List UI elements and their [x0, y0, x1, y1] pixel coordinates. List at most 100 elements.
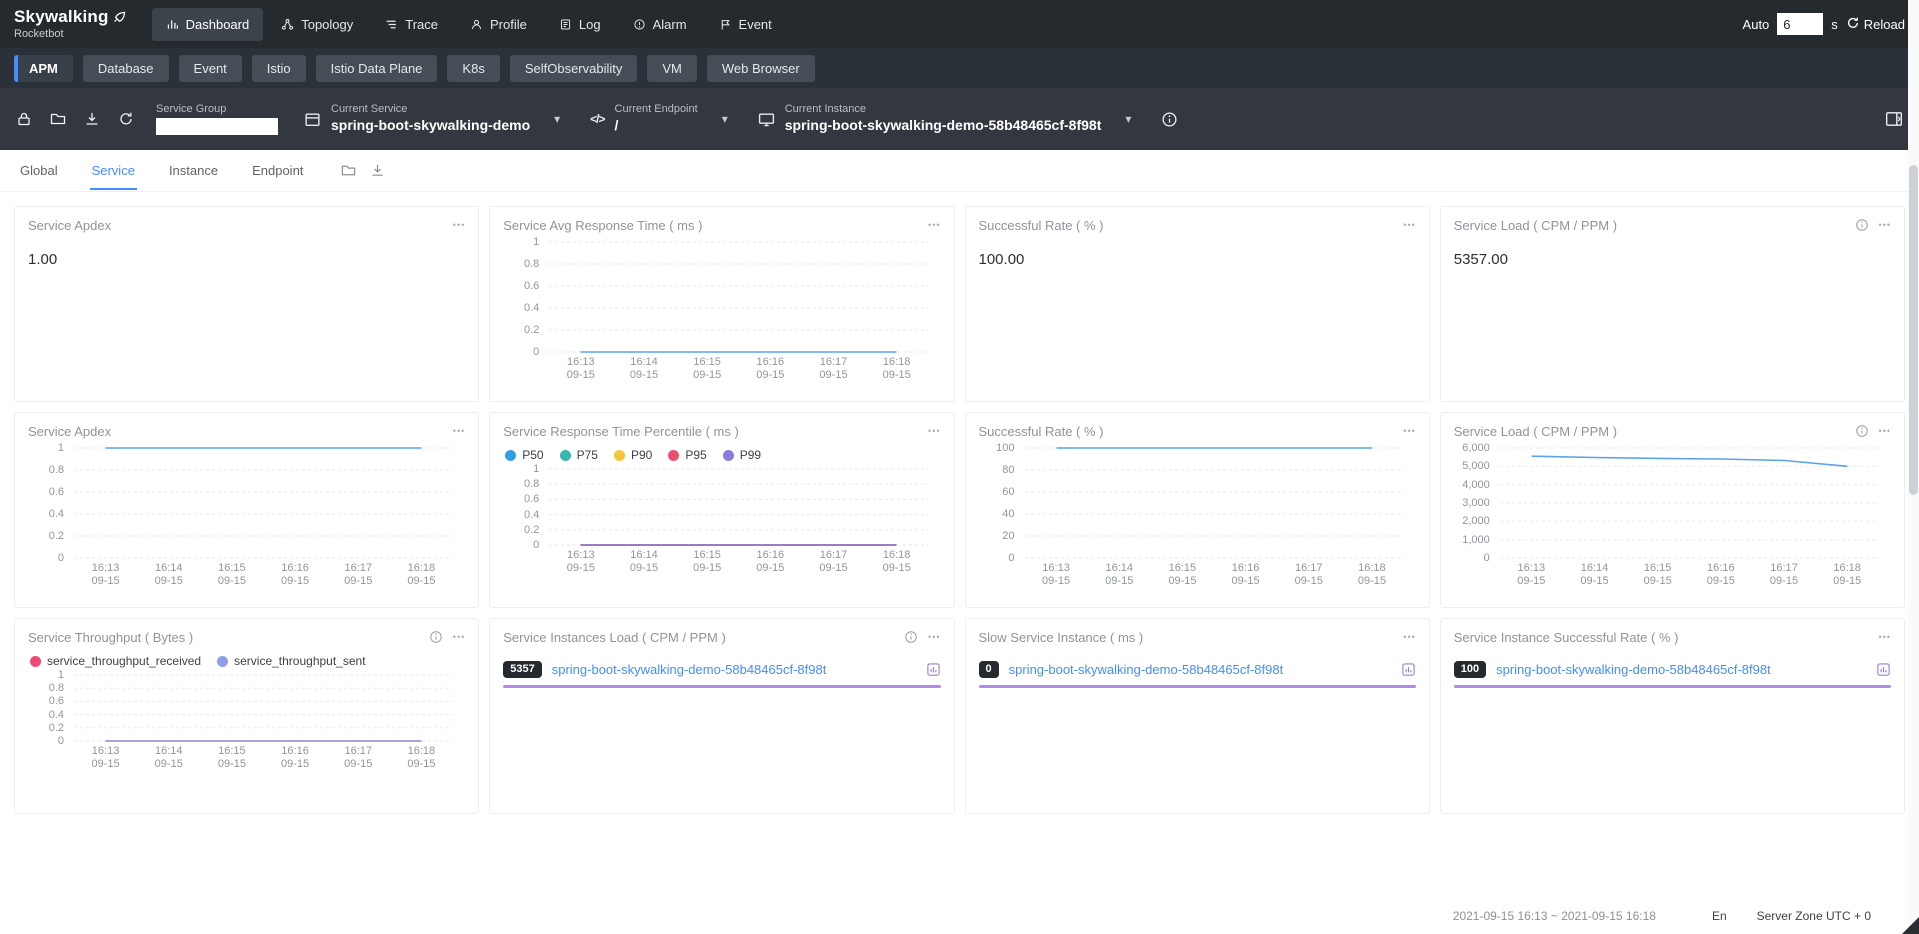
progress-bar	[503, 685, 940, 688]
current-service-select[interactable]: Current Service spring-boot-skywalking-d…	[304, 103, 560, 134]
chart-link-icon[interactable]	[1876, 662, 1891, 677]
alarm-icon	[633, 18, 646, 31]
nav-item-log[interactable]: Log	[545, 8, 615, 41]
card-successful-rate-chart: Successful Rate ( % ) ••• 10080604020016…	[965, 412, 1430, 608]
scrollbar-thumb[interactable]	[1909, 165, 1918, 495]
card-title: Service Apdex	[28, 218, 111, 233]
info-icon[interactable]	[429, 630, 443, 644]
group-tab-istio[interactable]: Istio	[252, 55, 306, 82]
legend-label[interactable]: P75	[577, 448, 598, 462]
chart-link-icon[interactable]	[1401, 662, 1416, 677]
tab-global[interactable]: Global	[18, 151, 60, 190]
successful-rate-chart: 10080604020016:1309-1516:1409-1516:1509-…	[979, 447, 1416, 591]
more-icon[interactable]: •••	[1879, 426, 1891, 436]
more-icon[interactable]: •••	[453, 220, 465, 230]
card-title: Service Apdex	[28, 424, 111, 439]
info-icon[interactable]	[904, 630, 918, 644]
navbar-right: Auto s Reload	[1743, 13, 1905, 35]
group-tab-apm[interactable]: APM	[14, 55, 73, 82]
more-icon[interactable]: •••	[928, 632, 940, 642]
nav-item-trace[interactable]: Trace	[371, 8, 452, 41]
card-service-load-value: Service Load ( CPM / PPM ) ••• 5357.00	[1440, 206, 1905, 402]
card-slow-service-instance: Slow Service Instance ( ms ) ••• 0 sprin…	[965, 618, 1430, 814]
folder-icon[interactable]	[50, 111, 66, 127]
nav-item-profile[interactable]: Profile	[456, 8, 541, 41]
info-icon[interactable]	[1855, 424, 1869, 438]
card-response-time-percentile: Service Response Time Percentile ( ms ) …	[489, 412, 954, 608]
group-tab-event[interactable]: Event	[179, 55, 242, 82]
group-tab-selfobservability[interactable]: SelfObservability	[510, 55, 638, 82]
download-icon[interactable]	[370, 163, 385, 178]
auto-interval-input[interactable]	[1777, 13, 1823, 35]
legend-label[interactable]: P95	[685, 448, 706, 462]
throughput-legend: service_throughput_received service_thro…	[30, 654, 465, 668]
current-instance-value: spring-boot-skywalking-demo-58b48465cf-8…	[785, 117, 1102, 135]
scrollbar-track[interactable]	[1908, 0, 1919, 934]
app-logo[interactable]: Skywalking Rocketbot	[14, 8, 126, 40]
legend-label[interactable]: service_throughput_sent	[234, 654, 365, 668]
tab-endpoint[interactable]: Endpoint	[250, 151, 305, 190]
card-title: Successful Rate ( % )	[979, 424, 1104, 439]
reload-button[interactable]: Reload	[1846, 16, 1905, 33]
language-selector[interactable]: En	[1712, 909, 1727, 923]
group-tab-database[interactable]: Database	[83, 55, 169, 82]
refresh-icon[interactable]	[118, 111, 134, 127]
dashboard-group-bar: APM Database Event Istio Istio Data Plan…	[0, 48, 1919, 88]
value-badge: 5357	[503, 661, 541, 678]
info-icon[interactable]	[1855, 218, 1869, 232]
nav-item-label: Topology	[301, 17, 353, 32]
current-instance-select[interactable]: Current Instance spring-boot-skywalking-…	[758, 103, 1132, 134]
profile-icon	[470, 18, 483, 31]
nav-item-event[interactable]: Event	[705, 8, 786, 41]
nav-item-topology[interactable]: Topology	[267, 8, 367, 41]
group-tab-web-browser[interactable]: Web Browser	[707, 55, 815, 82]
group-tab-k8s[interactable]: K8s	[447, 55, 499, 82]
apdex-chart: 10.80.60.40.2016:1309-1516:1409-1516:150…	[28, 447, 465, 591]
download-icon[interactable]	[84, 111, 100, 127]
instance-link[interactable]: spring-boot-skywalking-demo-58b48465cf-8…	[1009, 662, 1391, 677]
instance-link[interactable]: spring-boot-skywalking-demo-58b48465cf-8…	[552, 662, 916, 677]
nav-item-dashboard[interactable]: Dashboard	[152, 8, 264, 41]
more-icon[interactable]: •••	[1879, 220, 1891, 230]
metric-value: 5357.00	[1454, 251, 1891, 268]
legend-label[interactable]: P99	[740, 448, 761, 462]
current-endpoint-select[interactable]: </> Current Endpoint / ▾	[590, 103, 728, 134]
more-icon[interactable]: •••	[928, 426, 940, 436]
percentile-legend: P50 P75 P90 P95 P99	[505, 448, 940, 462]
tab-instance[interactable]: Instance	[167, 151, 220, 190]
metric-value: 1.00	[28, 251, 465, 268]
legend-label[interactable]: P50	[522, 448, 543, 462]
lock-icon[interactable]	[16, 111, 32, 127]
more-icon[interactable]: •••	[1403, 632, 1415, 642]
progress-bar	[979, 685, 1416, 688]
card-title: Service Instances Load ( CPM / PPM )	[503, 630, 726, 645]
time-range: 2021-09-15 16:13 ~ 2021-09-15 16:18	[1453, 909, 1656, 923]
topology-icon	[281, 18, 294, 31]
nav-item-label: Log	[579, 17, 601, 32]
card-title: Slow Service Instance ( ms )	[979, 630, 1144, 645]
more-icon[interactable]: •••	[928, 220, 940, 230]
more-icon[interactable]: •••	[1879, 632, 1891, 642]
tab-service[interactable]: Service	[90, 151, 137, 190]
chevron-down-icon: ▾	[554, 112, 560, 126]
legend-dot	[668, 450, 679, 461]
group-tab-istio-data-plane[interactable]: Istio Data Plane	[316, 55, 438, 82]
panel-toggle-icon[interactable]	[1885, 110, 1903, 128]
more-icon[interactable]: •••	[1403, 220, 1415, 230]
folder-icon[interactable]	[341, 163, 356, 178]
chart-link-icon[interactable]	[926, 662, 941, 677]
more-icon[interactable]: •••	[1403, 426, 1415, 436]
legend-label[interactable]: service_throughput_received	[47, 654, 201, 668]
more-icon[interactable]: •••	[453, 632, 465, 642]
skywalking-dashboard: Skywalking Rocketbot Dashboard Topology …	[0, 0, 1919, 934]
nav-item-alarm[interactable]: Alarm	[619, 8, 701, 41]
service-group-input[interactable]	[156, 118, 278, 135]
more-icon[interactable]: •••	[453, 426, 465, 436]
instance-link[interactable]: spring-boot-skywalking-demo-58b48465cf-8…	[1496, 662, 1866, 677]
log-icon	[559, 18, 572, 31]
card-title: Successful Rate ( % )	[979, 218, 1104, 233]
legend-label[interactable]: P90	[631, 448, 652, 462]
info-icon[interactable]	[1161, 111, 1178, 128]
current-service-value: spring-boot-skywalking-demo	[331, 117, 530, 135]
group-tab-vm[interactable]: VM	[647, 55, 697, 82]
